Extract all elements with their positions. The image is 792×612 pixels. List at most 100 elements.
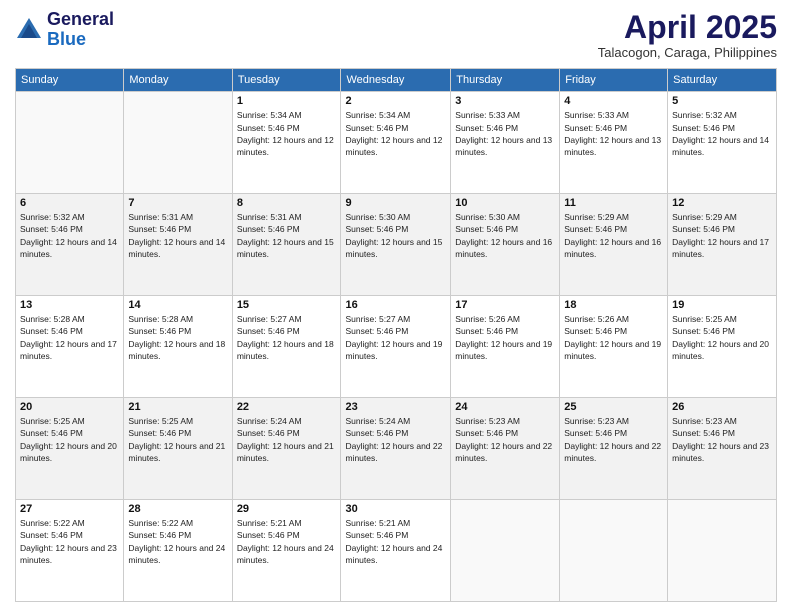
table-row: 19Sunrise: 5:25 AMSunset: 5:46 PMDayligh… xyxy=(668,296,777,398)
cell-day-number: 16 xyxy=(345,299,446,311)
title-block: April 2025 Talacogon, Caraga, Philippine… xyxy=(598,10,777,60)
table-row: 9Sunrise: 5:30 AMSunset: 5:46 PMDaylight… xyxy=(341,194,451,296)
cell-info: Sunrise: 5:21 AMSunset: 5:46 PMDaylight:… xyxy=(237,517,337,566)
cell-info: Sunrise: 5:26 AMSunset: 5:46 PMDaylight:… xyxy=(455,313,555,362)
week-row-1: 1 Sunrise: 5:34 AMSunset: 5:46 PMDaylight… xyxy=(16,92,777,194)
cell-info: Sunrise: 5:28 AMSunset: 5:46 PMDaylight:… xyxy=(20,313,119,362)
week-row-3: 13 Sunrise: 5:28 AMSunset: 5:46 PMDayligh… xyxy=(16,296,777,398)
table-row: 23 Sunrise: 5:24 AMSunset: 5:46 PMDayligh… xyxy=(341,398,451,500)
table-row: 27Sunrise: 5:22 AMSunset: 5:46 PMDayligh… xyxy=(16,500,124,602)
cell-day-number: 18 xyxy=(564,299,663,311)
table-row: 8Sunrise: 5:31 AMSunset: 5:46 PMDaylight… xyxy=(232,194,341,296)
cell-day-number: 25 xyxy=(564,401,663,413)
table-row: 22 Sunrise: 5:24 AMSunset: 5:46 PMDayligh… xyxy=(232,398,341,500)
cell-info: Sunrise: 5:34 AMSunset: 5:46 PMDaylight:… xyxy=(345,109,446,158)
cell-info: Sunrise: 5:30 AMSunset: 5:46 PMDaylight:… xyxy=(345,211,446,260)
table-row: 6 Sunrise: 5:32 AMSunset: 5:46 PMDaylight… xyxy=(16,194,124,296)
cell-day-number: 5 xyxy=(672,95,772,107)
table-row: 24Sunrise: 5:23 AMSunset: 5:46 PMDayligh… xyxy=(451,398,560,500)
col-sunday: Sunday xyxy=(16,69,124,92)
cell-info: Sunrise: 5:27 AMSunset: 5:46 PMDaylight:… xyxy=(345,313,446,362)
table-row xyxy=(668,500,777,602)
cell-info: Sunrise: 5:23 AMSunset: 5:46 PMDaylight:… xyxy=(672,415,772,464)
col-thursday: Thursday xyxy=(451,69,560,92)
month-title: April 2025 xyxy=(598,10,777,45)
table-row: 30Sunrise: 5:21 AMSunset: 5:46 PMDayligh… xyxy=(341,500,451,602)
table-row: 15 Sunrise: 5:27 AMSunset: 5:46 PMDayligh… xyxy=(232,296,341,398)
cell-info: Sunrise: 5:29 AMSunset: 5:46 PMDaylight:… xyxy=(672,211,772,260)
cell-day-number: 26 xyxy=(672,401,772,413)
table-row: 21 Sunrise: 5:25 AMSunset: 5:46 PMDayligh… xyxy=(124,398,232,500)
cell-day-number: 6 xyxy=(20,197,119,209)
cell-day-number: 17 xyxy=(455,299,555,311)
logo: General Blue xyxy=(15,10,114,50)
col-saturday: Saturday xyxy=(668,69,777,92)
cell-day-number: 7 xyxy=(128,197,227,209)
cell-day-number: 23 xyxy=(345,401,446,413)
cell-day-number: 4 xyxy=(564,95,663,107)
header: General Blue April 2025 Talacogon, Carag… xyxy=(15,10,777,60)
cell-day-number: 1 xyxy=(237,95,337,107)
table-row: 29Sunrise: 5:21 AMSunset: 5:46 PMDayligh… xyxy=(232,500,341,602)
week-row-2: 6 Sunrise: 5:32 AMSunset: 5:46 PMDaylight… xyxy=(16,194,777,296)
table-row: 2 Sunrise: 5:34 AMSunset: 5:46 PMDaylight… xyxy=(341,92,451,194)
page: General Blue April 2025 Talacogon, Carag… xyxy=(0,0,792,612)
cell-info: Sunrise: 5:31 AMSunset: 5:46 PMDaylight:… xyxy=(128,211,227,260)
table-row: 14 Sunrise: 5:28 AMSunset: 5:46 PMDayligh… xyxy=(124,296,232,398)
cell-info: Sunrise: 5:27 AMSunset: 5:46 PMDaylight:… xyxy=(237,313,337,362)
cell-day-number: 27 xyxy=(20,503,119,515)
cell-info: Sunrise: 5:25 AMSunset: 5:46 PMDaylight:… xyxy=(672,313,772,362)
table-row: 25 Sunrise: 5:23 AMSunset: 5:46 PMDayligh… xyxy=(560,398,668,500)
cell-day-number: 20 xyxy=(20,401,119,413)
cell-day-number: 28 xyxy=(128,503,227,515)
table-row: 4 Sunrise: 5:33 AMSunset: 5:46 PMDaylight… xyxy=(560,92,668,194)
cell-info: Sunrise: 5:33 AMSunset: 5:46 PMDaylight:… xyxy=(564,109,663,158)
table-row: 16 Sunrise: 5:27 AMSunset: 5:46 PMDayligh… xyxy=(341,296,451,398)
logo-icon xyxy=(15,16,43,44)
cell-day-number: 12 xyxy=(672,197,772,209)
logo-general: General xyxy=(47,9,114,29)
cell-day-number: 13 xyxy=(20,299,119,311)
cell-day-number: 14 xyxy=(128,299,227,311)
cell-info: Sunrise: 5:24 AMSunset: 5:46 PMDaylight:… xyxy=(345,415,446,464)
table-row: 20 Sunrise: 5:25 AMSunset: 5:46 PMDayligh… xyxy=(16,398,124,500)
cell-info: Sunrise: 5:32 AMSunset: 5:46 PMDaylight:… xyxy=(672,109,772,158)
table-row: 11Sunrise: 5:29 AMSunset: 5:46 PMDayligh… xyxy=(560,194,668,296)
cell-info: Sunrise: 5:21 AMSunset: 5:46 PMDaylight:… xyxy=(345,517,446,566)
cell-info: Sunrise: 5:31 AMSunset: 5:46 PMDaylight:… xyxy=(237,211,337,260)
cell-info: Sunrise: 5:24 AMSunset: 5:46 PMDaylight:… xyxy=(237,415,337,464)
logo-blue: Blue xyxy=(47,29,86,49)
col-monday: Monday xyxy=(124,69,232,92)
logo-text: General Blue xyxy=(47,10,114,50)
cell-info: Sunrise: 5:28 AMSunset: 5:46 PMDaylight:… xyxy=(128,313,227,362)
cell-day-number: 11 xyxy=(564,197,663,209)
cell-day-number: 22 xyxy=(237,401,337,413)
cell-info: Sunrise: 5:33 AMSunset: 5:46 PMDaylight:… xyxy=(455,109,555,158)
cell-day-number: 21 xyxy=(128,401,227,413)
table-row: 1 Sunrise: 5:34 AMSunset: 5:46 PMDaylight… xyxy=(232,92,341,194)
table-row: 10Sunrise: 5:30 AMSunset: 5:46 PMDayligh… xyxy=(451,194,560,296)
col-friday: Friday xyxy=(560,69,668,92)
cell-day-number: 24 xyxy=(455,401,555,413)
table-row xyxy=(560,500,668,602)
cell-day-number: 3 xyxy=(455,95,555,107)
cell-day-number: 15 xyxy=(237,299,337,311)
cell-day-number: 2 xyxy=(345,95,446,107)
cell-info: Sunrise: 5:25 AMSunset: 5:46 PMDaylight:… xyxy=(20,415,119,464)
cell-info: Sunrise: 5:25 AMSunset: 5:46 PMDaylight:… xyxy=(128,415,227,464)
cell-info: Sunrise: 5:32 AMSunset: 5:46 PMDaylight:… xyxy=(20,211,119,260)
table-row: 28Sunrise: 5:22 AMSunset: 5:46 PMDayligh… xyxy=(124,500,232,602)
table-row: 18 Sunrise: 5:26 AMSunset: 5:46 PMDayligh… xyxy=(560,296,668,398)
col-wednesday: Wednesday xyxy=(341,69,451,92)
cell-info: Sunrise: 5:23 AMSunset: 5:46 PMDaylight:… xyxy=(564,415,663,464)
week-row-4: 20 Sunrise: 5:25 AMSunset: 5:46 PMDayligh… xyxy=(16,398,777,500)
cell-info: Sunrise: 5:26 AMSunset: 5:46 PMDaylight:… xyxy=(564,313,663,362)
calendar-header-row: Sunday Monday Tuesday Wednesday Thursday… xyxy=(16,69,777,92)
calendar-table: Sunday Monday Tuesday Wednesday Thursday… xyxy=(15,68,777,602)
cell-info: Sunrise: 5:30 AMSunset: 5:46 PMDaylight:… xyxy=(455,211,555,260)
col-tuesday: Tuesday xyxy=(232,69,341,92)
cell-info: Sunrise: 5:34 AMSunset: 5:46 PMDaylight:… xyxy=(237,109,337,158)
week-row-5: 27Sunrise: 5:22 AMSunset: 5:46 PMDayligh… xyxy=(16,500,777,602)
table-row: 12 Sunrise: 5:29 AMSunset: 5:46 PMDayligh… xyxy=(668,194,777,296)
table-row: 3 Sunrise: 5:33 AMSunset: 5:46 PMDaylight… xyxy=(451,92,560,194)
